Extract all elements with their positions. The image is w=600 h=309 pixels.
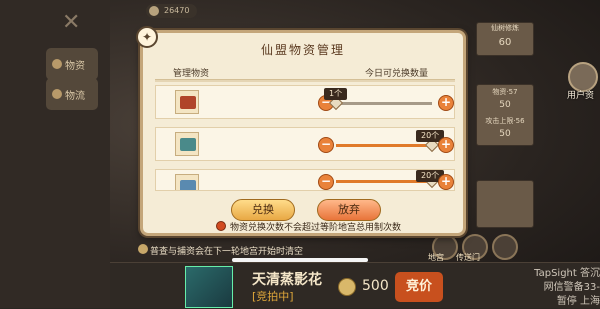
notice-text: 普查与捕资会在下一轮地宫开始时清空 [150,247,304,257]
top-resource-counter: 26470 [146,4,198,18]
supply-management-dialog: 仙盟物资管理 管理物资 今日可兑换数量 − 1个 + − 20个 + − 20个… [140,30,466,236]
user-label: 用户资 [567,91,595,101]
right-card-value: 60 [498,37,512,48]
left-panel [0,0,110,308]
side-tab-label: 物流 [65,90,85,102]
round-button-extra[interactable] [492,234,518,260]
decrease-button[interactable]: − [318,137,334,153]
header-divider [155,79,455,82]
supply-row: − 20个 + [155,169,455,191]
resource-value: 26470 [164,6,190,15]
abandon-button[interactable]: 放弃 [317,199,381,221]
quantity-slider[interactable]: 1个 [324,88,432,111]
increase-button[interactable]: + [438,174,454,190]
tapsight-watermark: TapSight 答沉 网信警备33- 暂停 上海 [534,268,600,307]
hint-text: 物资兑换次数不会超过等阶地宫总用制次数 [230,223,402,233]
dialog-emblem-icon: ✦ [136,26,158,48]
logistics-tab-icon [52,89,62,99]
right-card-title: 物资·57 [492,88,518,96]
header-quantity: 今日可兑换数量 [365,69,429,79]
right-card-2[interactable]: 物资·57 50 攻击上限·56 50 [476,84,534,146]
bid-button[interactable]: 竞价 [395,272,443,302]
right-card-value: 50 [499,129,511,139]
right-card-1[interactable]: 仙树修炼 60 [476,22,534,56]
auction-status: [竞拍中] [252,290,294,303]
notice-icon [138,244,148,254]
auction-item-image[interactable] [185,266,233,308]
decrease-button[interactable]: − [318,174,334,190]
slider-fill [336,144,432,147]
increase-button[interactable]: + [438,137,454,153]
supply-row: − 20个 + [155,127,455,161]
jade-box-icon[interactable] [175,132,199,156]
price-coin-icon [338,278,356,296]
quantity-slider[interactable]: 20个 [336,170,445,189]
header-goods: 管理物资 [173,69,210,79]
coin-icon [149,6,159,16]
crossed-tools-icon: ✕ [62,10,81,35]
dialog-title: 仙盟物资管理 [260,43,345,57]
scroll-item-icon[interactable] [175,174,199,190]
auction-title: 天清蒸影花 [252,272,322,288]
side-tab-logistics[interactable]: 物流 [46,78,98,110]
hint-icon [216,221,226,231]
right-card-title: 攻击上限·56 [485,117,525,125]
supply-row: − 1个 + [155,85,455,119]
treasure-chest-icon[interactable] [175,90,199,114]
right-card-3[interactable] [476,180,534,228]
right-card-title: 仙树修炼 [491,24,519,32]
side-tab-goods[interactable]: 物资 [46,48,98,80]
quantity-slider[interactable]: 20个 [336,130,445,153]
right-card-value: 50 [499,100,511,110]
quantity-label: 1个 [324,88,348,100]
exchange-button[interactable]: 兑换 [231,199,295,221]
increase-button[interactable]: + [438,95,454,111]
home-indicator[interactable] [232,258,368,262]
goods-tab-icon [52,59,62,69]
side-tab-label: 物资 [65,60,85,72]
auction-price: 500 [362,278,389,294]
